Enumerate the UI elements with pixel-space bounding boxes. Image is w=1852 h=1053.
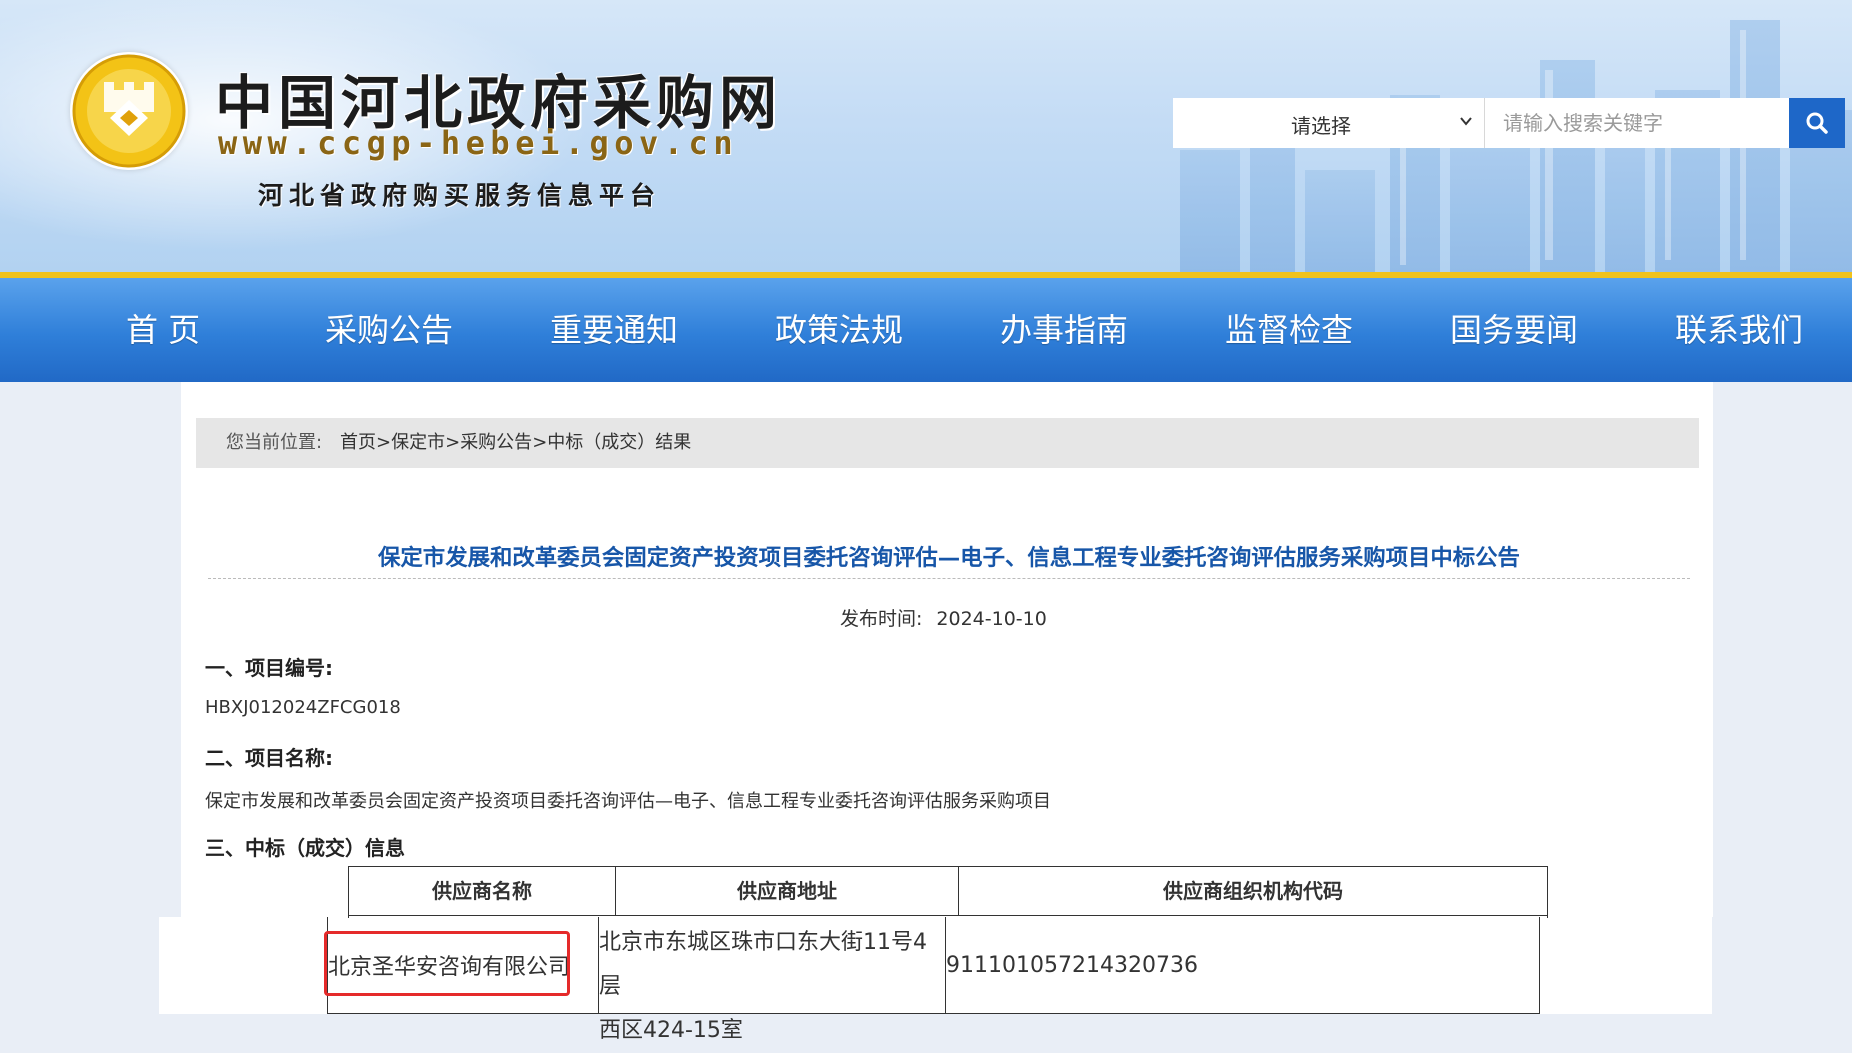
highlight-annotation	[324, 931, 570, 996]
publish-time-label: 发布时间:	[840, 608, 923, 630]
site-url: www.ccgp-hebei.gov.cn	[218, 124, 739, 162]
breadcrumb-current: 中标（成交）结果	[547, 432, 692, 453]
table-header-cell: 供应商组织机构代码	[1163, 879, 1343, 903]
search-button[interactable]	[1789, 98, 1845, 148]
site-header: 中国河北政府采购网 www.ccgp-hebei.gov.cn 河北省政府购买服…	[0, 0, 1852, 272]
supplier-code-cell: 911101057214320736	[946, 917, 1539, 1013]
breadcrumb-separator: >	[532, 432, 548, 453]
table-header-cell: 供应商名称	[349, 867, 616, 915]
nav-item-home[interactable]: 首 页	[126, 278, 200, 382]
search-bar: 请选择	[1173, 98, 1845, 148]
search-category-select[interactable]: 请选择	[1173, 98, 1485, 148]
table-header-cell: 供应商地址	[616, 867, 959, 915]
supplier-code: 911101057214320736	[946, 952, 1198, 978]
site-subtitle: 河北省政府购买服务信息平台	[258, 181, 662, 210]
project-no-value: HBXJ012024ZFCG018	[205, 697, 401, 718]
coin-emblem-icon	[72, 54, 186, 168]
notice-title: 保定市发展和改革委员会固定资产投资项目委托咨询评估—电子、信息工程专业委托咨询评…	[208, 540, 1690, 579]
award-table-header: 供应商名称 供应商地址 供应商组织机构代码	[348, 866, 1548, 916]
nav-item-state-news[interactable]: 国务要闻	[1450, 278, 1578, 382]
breadcrumb-separator: >	[376, 432, 392, 453]
nav-item-contact[interactable]: 联系我们	[1675, 278, 1803, 382]
supplier-address-line: 西区424-15室	[599, 1018, 743, 1043]
search-category-value: 请选择	[1291, 114, 1351, 138]
breadcrumb: 您当前位置: 首页>保定市>采购公告>中标（成交）结果	[196, 418, 1699, 468]
section-heading-project-no: 一、项目编号:	[205, 656, 333, 680]
nav-item-policy[interactable]: 政策法规	[775, 278, 903, 382]
logo[interactable]	[70, 52, 188, 170]
main-nav: 首 页 采购公告 重要通知 政策法规 办事指南 监督检查 国务要闻 联系我们	[0, 272, 1852, 382]
project-name-value: 保定市发展和改革委员会固定资产投资项目委托咨询评估—电子、信息工程专业委托咨询评…	[205, 791, 1051, 812]
publish-time-value: 2024-10-10	[936, 608, 1047, 630]
nav-item-notices[interactable]: 重要通知	[550, 278, 678, 382]
nav-item-supervision[interactable]: 监督检查	[1225, 278, 1353, 382]
breadcrumb-prefix: 您当前位置:	[226, 432, 323, 453]
search-icon	[1806, 112, 1828, 134]
breadcrumb-link-home[interactable]: 首页	[340, 432, 376, 453]
section-heading-award-info: 三、中标（成交）信息	[205, 836, 405, 860]
section-heading-project-name: 二、项目名称:	[205, 746, 333, 770]
publish-time: 发布时间: 2024-10-10	[840, 604, 1047, 631]
breadcrumb-link-city[interactable]: 保定市	[391, 432, 445, 453]
chevron-down-icon	[1460, 117, 1472, 126]
supplier-address-line: 北京市东城区珠市口东大街11号4层	[599, 930, 927, 999]
breadcrumb-separator: >	[445, 432, 461, 453]
nav-item-procurement[interactable]: 采购公告	[325, 278, 453, 382]
search-input[interactable]	[1485, 98, 1789, 148]
supplier-address-cell: 北京市东城区珠市口东大街11号4层 西区424-15室	[599, 917, 946, 1043]
breadcrumb-link-procurement[interactable]: 采购公告	[460, 432, 532, 453]
nav-item-guide[interactable]: 办事指南	[1000, 278, 1128, 382]
